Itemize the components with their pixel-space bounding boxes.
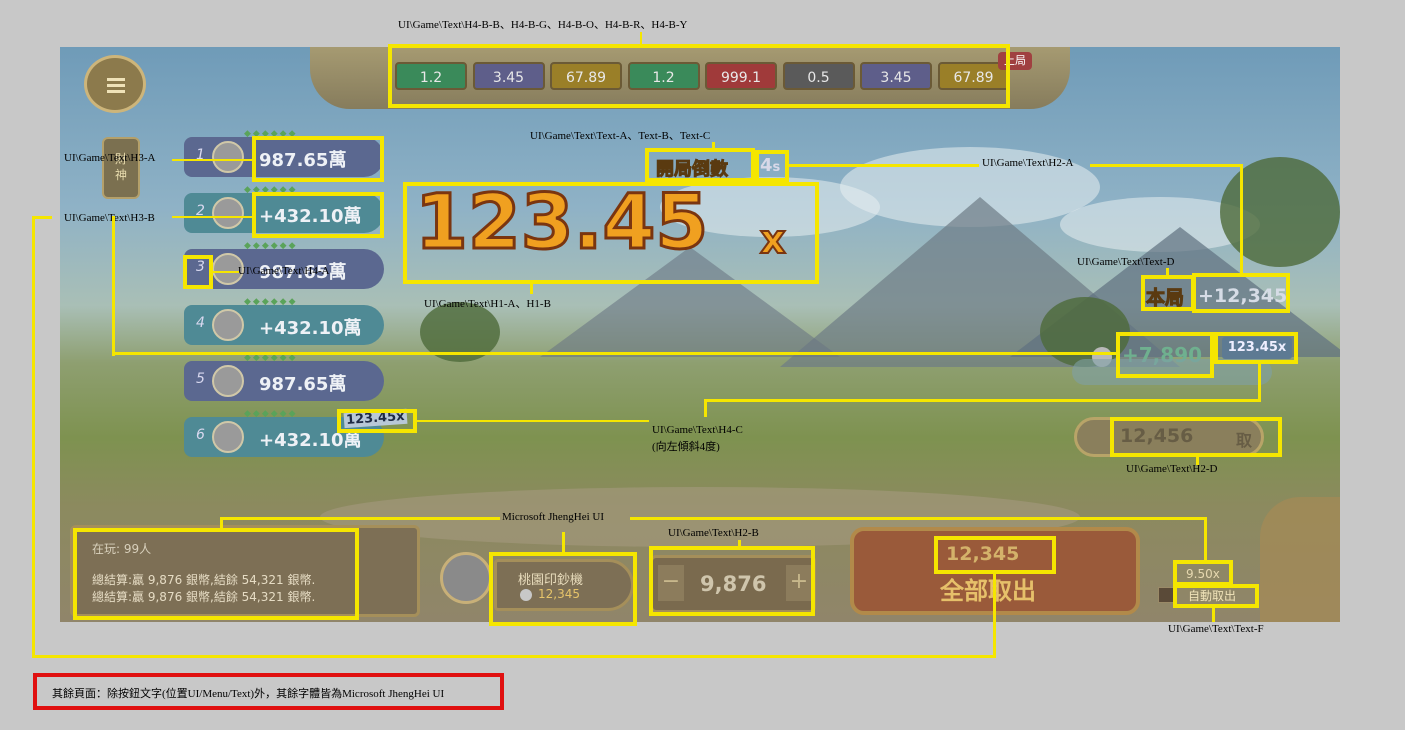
annotation-line bbox=[32, 216, 35, 658]
annotation-label: UI\Game\Text\H3-B bbox=[64, 212, 155, 224]
annotation-box bbox=[1173, 584, 1259, 608]
fortune-badge[interactable]: 財 神 bbox=[102, 137, 140, 199]
rank-value: +432.10萬 bbox=[259, 318, 362, 339]
annotation-line bbox=[172, 216, 252, 218]
annotation-box bbox=[1110, 417, 1282, 457]
annotation-line bbox=[220, 517, 500, 520]
annotation-line bbox=[112, 352, 1118, 355]
annotation-line bbox=[562, 532, 565, 554]
annotation-line bbox=[1090, 164, 1242, 167]
annotation-label: (向左傾斜4度) bbox=[652, 441, 720, 453]
annotation-line bbox=[789, 164, 979, 167]
annotation-line bbox=[704, 399, 707, 417]
corner-ornament bbox=[1260, 497, 1340, 622]
cashout-all-label: 全部取出 bbox=[940, 577, 1036, 605]
annotation-line bbox=[1204, 517, 1207, 562]
annotation-line bbox=[706, 399, 1261, 402]
annotation-box bbox=[1116, 332, 1214, 378]
ranking-row: ◆◆◆◆◆◆ 4 +432.10萬 bbox=[184, 296, 384, 345]
footer-note: 其餘頁面：除按鈕文字(位置UI/Menu/Text)外，其餘字體皆為Micros… bbox=[52, 688, 445, 700]
annotation-line bbox=[213, 271, 239, 273]
annotation-box bbox=[1214, 332, 1298, 364]
annotation-label: UI\Game\Text\H2-A bbox=[982, 157, 1074, 169]
annotation-box bbox=[934, 536, 1056, 574]
annotation-box bbox=[1192, 273, 1290, 313]
rank-number: 4 bbox=[196, 315, 205, 331]
annotation-label: UI\Game\Text\H2-D bbox=[1126, 463, 1218, 475]
annotation-box bbox=[252, 136, 384, 182]
annotation-label: UI\Game\Text\Text-F bbox=[1168, 623, 1264, 635]
annotation-line bbox=[1258, 364, 1261, 402]
rank-stars-icon: ◆◆◆◆◆◆ bbox=[244, 296, 298, 306]
annotation-box bbox=[388, 44, 1010, 108]
rank-avatar bbox=[212, 309, 244, 341]
annotation-box bbox=[645, 148, 755, 182]
annotation-box bbox=[337, 409, 417, 433]
annotation-label: UI\Game\Text\H4-B-B、H4-B-G、H4-B-O、H4-B-R… bbox=[398, 19, 688, 31]
annotation-line bbox=[1212, 608, 1215, 622]
rank-avatar bbox=[212, 365, 244, 397]
annotation-box bbox=[1141, 275, 1195, 311]
annotation-line bbox=[32, 655, 996, 658]
rank-number: 6 bbox=[196, 427, 205, 443]
annotation-label: UI\Game\Text\H1-A、H1-B bbox=[424, 298, 551, 310]
annotation-label: UI\Game\Text\H4-C bbox=[652, 424, 743, 436]
tree bbox=[1220, 157, 1340, 267]
rank-number: 5 bbox=[196, 371, 205, 387]
annotation-label: UI\Game\Text\Text-A、Text-B、Text-C bbox=[530, 130, 711, 142]
annotation-line bbox=[530, 284, 533, 294]
menu-button[interactable] bbox=[84, 55, 146, 113]
annotation-label: UI\Game\Text\H2-B bbox=[668, 527, 759, 539]
annotation-box bbox=[1173, 560, 1233, 586]
annotation-line bbox=[993, 570, 996, 658]
annotation-label: UI\Game\Text\H4-A bbox=[238, 265, 330, 277]
rank-avatar bbox=[212, 197, 244, 229]
annotation-label: Microsoft JhengHei UI bbox=[502, 511, 605, 523]
annotation-line bbox=[630, 517, 1206, 520]
annotation-label: UI\Game\Text\H3-A bbox=[64, 152, 156, 164]
annotation-line bbox=[417, 420, 649, 422]
ranking-row: ◆◆◆◆◆◆ 5 987.65萬 bbox=[184, 352, 384, 401]
annotation-line bbox=[1240, 164, 1243, 274]
annotation-box bbox=[649, 546, 815, 616]
annotation-label: UI\Game\Text\Text-D bbox=[1077, 256, 1175, 268]
annotation-line bbox=[172, 159, 252, 161]
annotation-box bbox=[403, 182, 819, 284]
annotation-box bbox=[489, 552, 637, 626]
rank-stars-icon: ◆◆◆◆◆◆ bbox=[244, 240, 298, 250]
player-avatar[interactable] bbox=[440, 552, 492, 604]
annotation-box bbox=[755, 150, 789, 182]
auto-checkbox[interactable] bbox=[1158, 587, 1174, 603]
annotation-line bbox=[640, 32, 642, 44]
annotation-box bbox=[73, 528, 359, 620]
annotation-line bbox=[112, 216, 115, 356]
annotation-box bbox=[183, 255, 213, 289]
annotation-line bbox=[32, 216, 52, 219]
rank-stars-icon: ◆◆◆◆◆◆ bbox=[244, 408, 298, 418]
annotation-box bbox=[252, 192, 384, 238]
rank-avatar bbox=[212, 421, 244, 453]
rank-avatar bbox=[212, 141, 244, 173]
rank-value: 987.65萬 bbox=[259, 374, 347, 395]
